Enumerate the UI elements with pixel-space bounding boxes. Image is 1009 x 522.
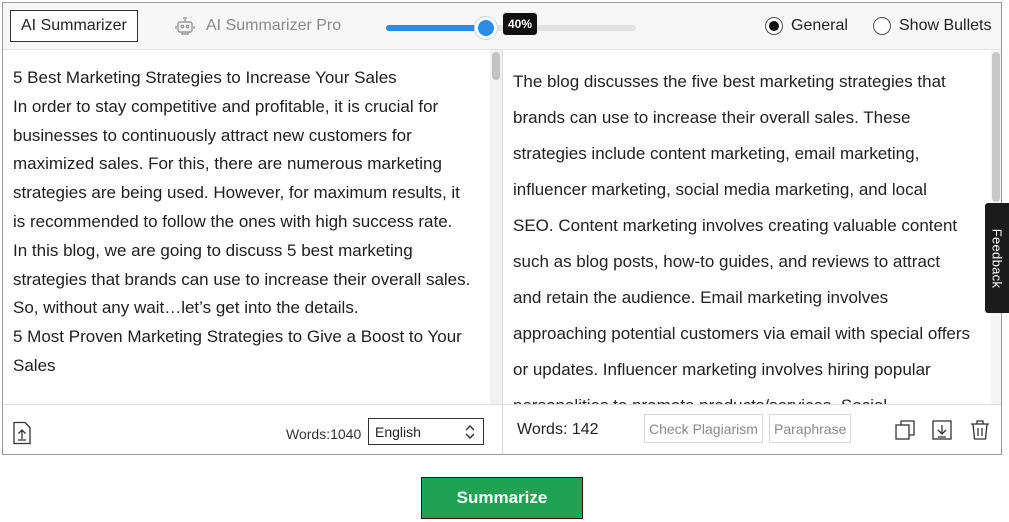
input-paragraph: 5 Best Marketing Strategies to Increase … <box>13 68 397 87</box>
ai-summarizer-tab[interactable]: AI Summarizer <box>10 10 138 42</box>
summarize-label: Summarize <box>456 488 548 507</box>
input-footer: Words:1040 English <box>3 404 502 454</box>
chevron-up-down-icon <box>465 424 475 439</box>
ai-summarizer-tab-label: AI Summarizer <box>21 17 127 34</box>
input-paragraph: In this blog, we are going to discuss 5 … <box>13 240 471 318</box>
output-word-count: Words: 142 <box>517 421 599 438</box>
ai-summarizer-pro-tab-label: AI Summarizer Pro <box>206 17 342 34</box>
upload-icon[interactable] <box>11 421 33 445</box>
summarizer-panel: AI Summarizer AI Summarizer Pro 40% Gene… <box>2 2 1002 455</box>
trash-icon[interactable] <box>968 418 992 442</box>
output-scrollbar-thumb[interactable] <box>992 52 1000 202</box>
slider-fill <box>386 25 486 31</box>
input-paragraph: In order to stay competitive and profita… <box>13 96 460 231</box>
check-plagiarism-label: Check Plagiarism <box>649 420 758 437</box>
radio-general-indicator <box>765 17 783 35</box>
radio-show-bullets-label: Show Bullets <box>899 17 992 34</box>
feedback-label: Feedback <box>989 228 1005 288</box>
slider-value-tooltip: 40% <box>503 13 538 35</box>
radio-show-bullets-indicator <box>873 17 891 35</box>
copy-icon[interactable] <box>893 418 917 442</box>
language-select-value: English <box>375 423 421 440</box>
summary-text: The blog discusses the five best marketi… <box>513 72 971 404</box>
check-plagiarism-button[interactable]: Check Plagiarism <box>644 414 763 443</box>
paraphrase-label: Paraphrase <box>774 420 847 437</box>
input-scrollbar[interactable] <box>490 50 502 404</box>
paraphrase-button[interactable]: Paraphrase <box>769 414 852 443</box>
radio-general[interactable]: General <box>765 17 848 35</box>
input-word-count: Words:1040 <box>286 426 362 442</box>
summary-output-area: The blog discusses the five best marketi… <box>503 50 1001 404</box>
toolbar: AI Summarizer AI Summarizer Pro 40% Gene… <box>3 3 1001 50</box>
slider-thumb[interactable] <box>475 17 497 39</box>
summarize-button[interactable]: Summarize <box>421 477 583 519</box>
language-select[interactable]: English <box>368 418 484 445</box>
input-text[interactable]: 5 Best Marketing Strategies to Increase … <box>3 50 481 381</box>
download-icon[interactable] <box>930 418 954 442</box>
input-scrollbar-thumb[interactable] <box>492 52 500 80</box>
ai-summarizer-pro-tab[interactable]: AI Summarizer Pro <box>173 10 363 42</box>
output-footer: Words: 142 Check Plagiarism Paraphrase <box>503 404 1001 454</box>
summary-length-slider[interactable]: 40% <box>386 13 636 39</box>
robot-icon <box>175 17 195 35</box>
input-paragraph: 5 Most Proven Marketing Strategies to Gi… <box>13 327 462 375</box>
feedback-tab[interactable]: Feedback <box>985 203 1009 313</box>
radio-show-bullets[interactable]: Show Bullets <box>873 17 992 35</box>
radio-general-label: General <box>791 17 848 34</box>
input-text-area[interactable]: 5 Best Marketing Strategies to Increase … <box>3 50 502 404</box>
